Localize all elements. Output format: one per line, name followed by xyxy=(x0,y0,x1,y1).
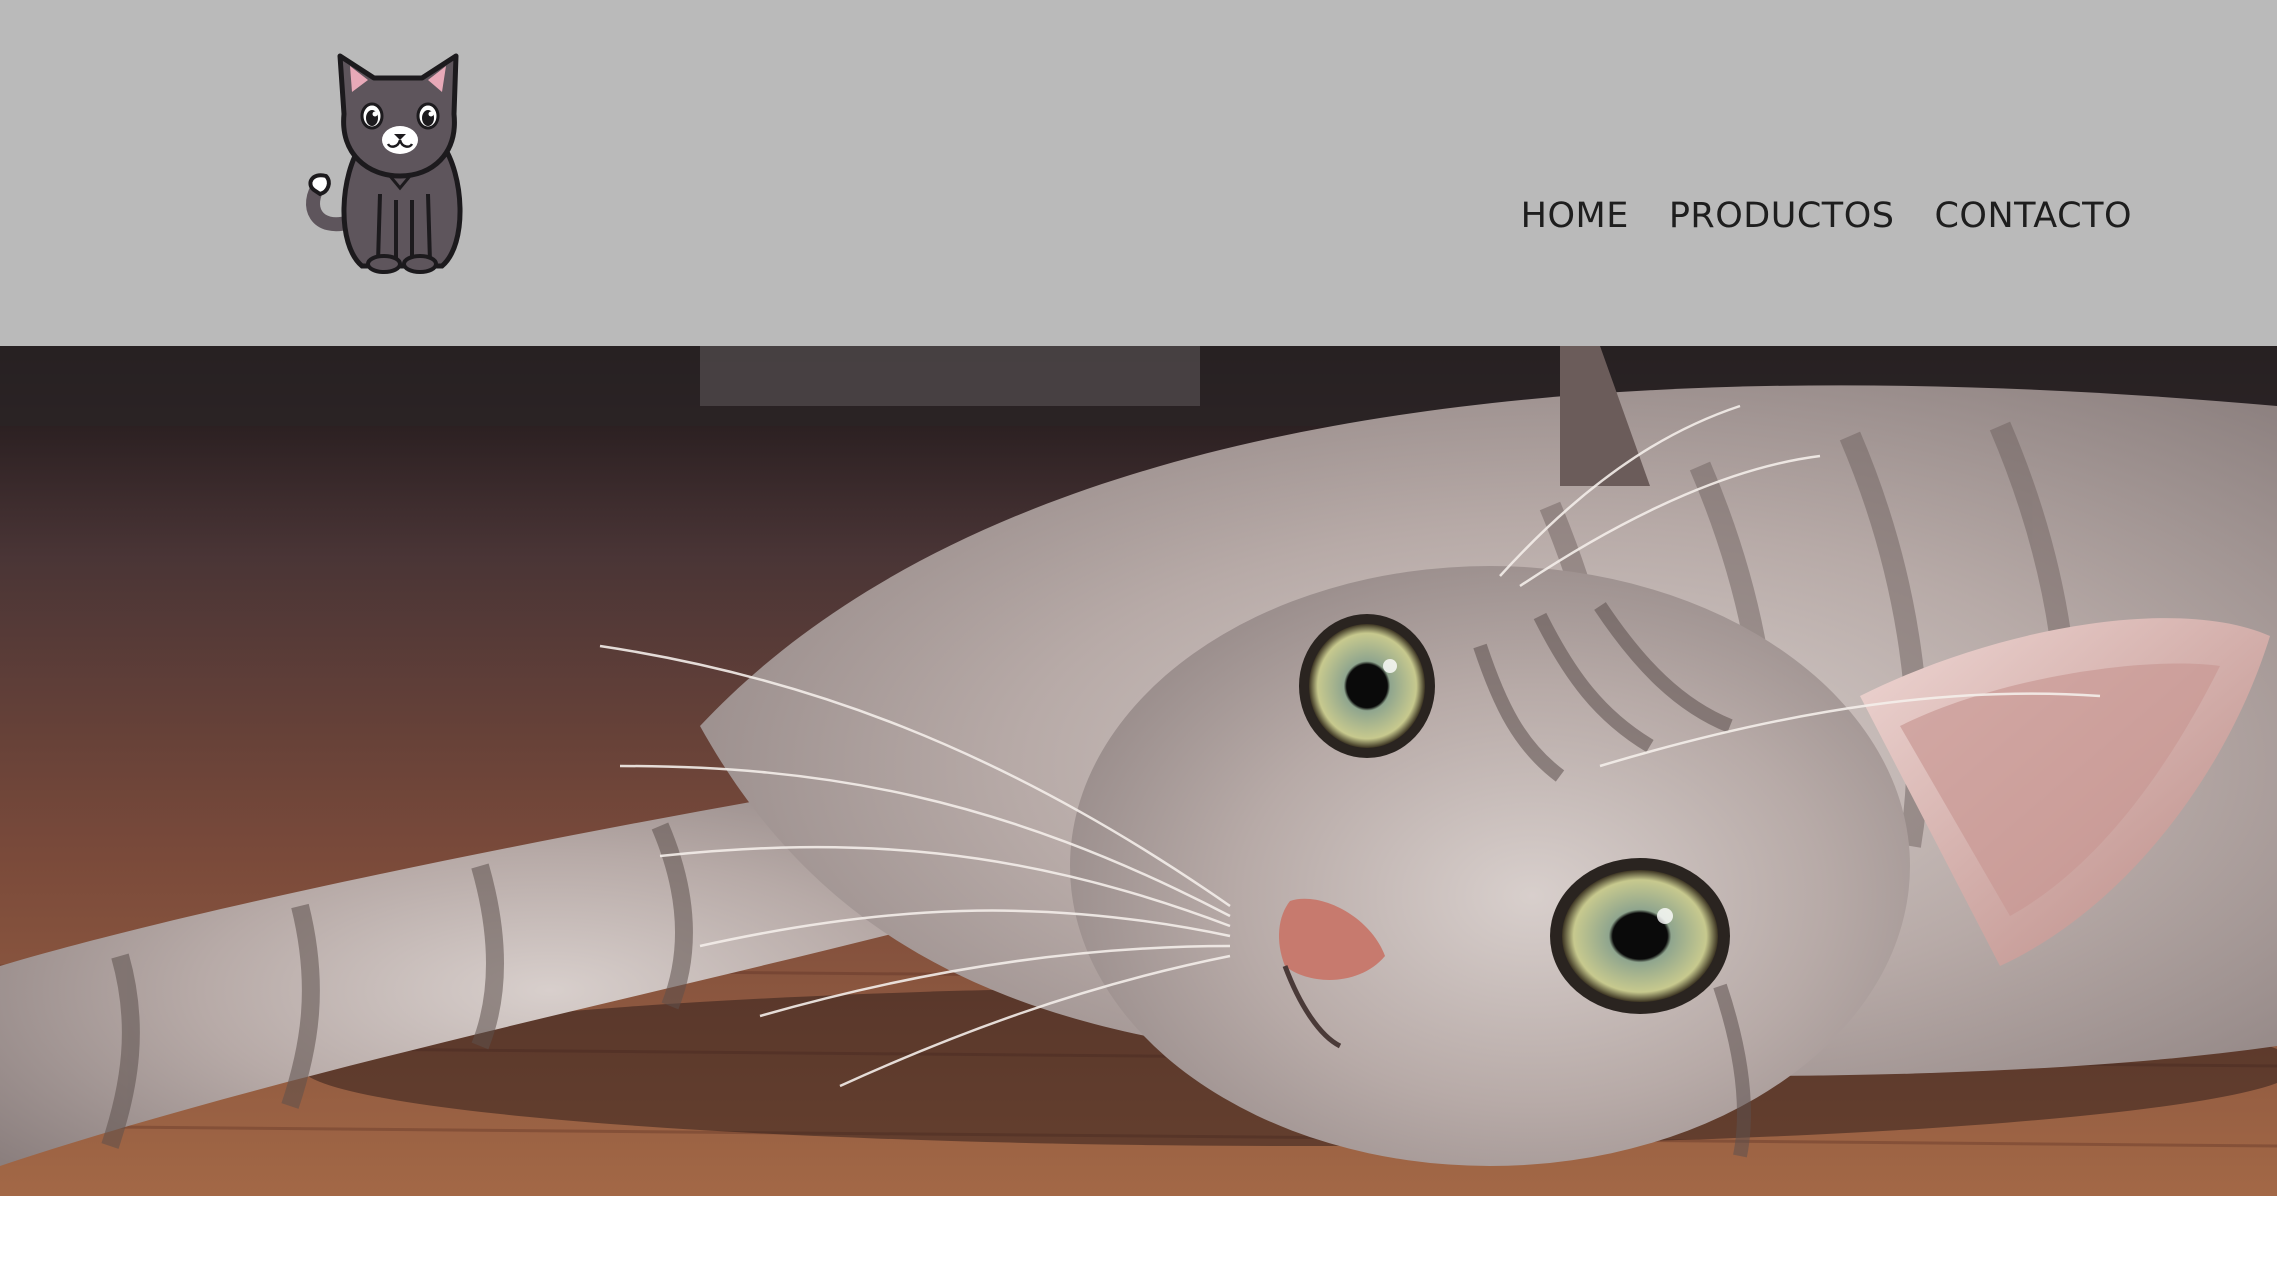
nav-contacto-link[interactable]: CONTACTO xyxy=(1934,196,2132,236)
page-content-start xyxy=(0,1196,2277,1283)
site-header: HOME PRODUCTOS CONTACTO xyxy=(0,0,2277,346)
hero-cat-photo xyxy=(0,346,2277,1196)
main-nav: HOME PRODUCTOS CONTACTO xyxy=(1521,196,2132,236)
cat-logo-icon[interactable] xyxy=(292,44,492,276)
nav-productos-link[interactable]: PRODUCTOS xyxy=(1669,196,1895,236)
nav-home-link[interactable]: HOME xyxy=(1521,196,1629,236)
